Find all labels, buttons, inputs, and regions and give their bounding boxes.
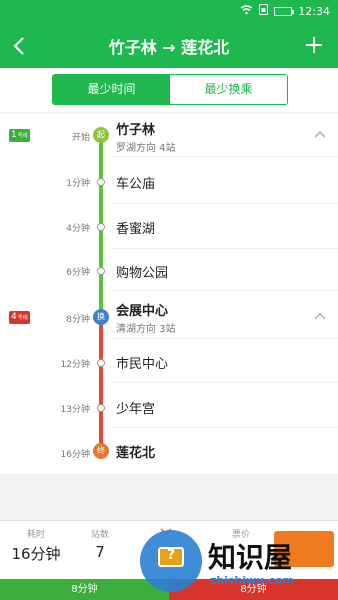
divider [110, 382, 338, 383]
line-1-time-bar: 8分钟 [0, 579, 169, 600]
direction-text: 罗湖方向 4站 [116, 143, 176, 154]
station-time: 13分钟 [60, 405, 90, 415]
route-tabs-bar: 最少时间 最少换乘 [0, 68, 338, 112]
divider [110, 427, 338, 428]
station-dot [97, 359, 105, 367]
divider [110, 248, 338, 249]
route-list: 1号线 4号线 开始 起 竹子林 罗湖方向 4站 1分钟 车公庙 4分钟 香蜜湖… [0, 114, 338, 474]
station-name: 少年宫 [116, 402, 156, 417]
app-header: 竹子林 → 莲花北 [0, 22, 338, 68]
direction-text: 清湖方向 3站 [116, 324, 176, 335]
duration-label: 耗时 [26, 530, 45, 540]
station-name: 莲花北 [116, 446, 156, 461]
station-time: 12分钟 [60, 360, 90, 370]
question-icon: ? [166, 547, 176, 563]
station-time: 16分钟 [60, 450, 90, 460]
sim-icon [259, 4, 269, 18]
collapse-icon[interactable] [314, 130, 326, 141]
end-marker: 终 [93, 443, 109, 459]
divider [110, 156, 338, 157]
station-dot [97, 223, 105, 231]
status-time: 12:34 [298, 4, 330, 18]
station-name: 车公庙 [116, 177, 156, 192]
status-bar: 12:34 [0, 0, 338, 22]
divider [110, 290, 338, 291]
station-name: 竹子林 [116, 123, 156, 138]
station-name: 购物公园 [116, 266, 169, 281]
watermark-url: zhishiwu.com [210, 574, 294, 587]
collapse-icon[interactable] [314, 312, 326, 323]
station-name: 香蜜湖 [116, 222, 156, 237]
add-icon[interactable] [302, 30, 326, 60]
line-4-track [99, 325, 103, 451]
tab-least-time[interactable]: 最少时间 [53, 75, 170, 104]
station-time: 4分钟 [66, 224, 90, 234]
station-dot [97, 178, 105, 186]
line-1-badge: 1号线 [9, 129, 30, 142]
transfer-marker: 换 [93, 309, 109, 325]
stops-block: 站数 7 [78, 527, 122, 561]
stops-label: 站数 [90, 530, 109, 540]
station-dot [97, 267, 105, 275]
station-time: 8分钟 [66, 315, 90, 325]
divider [110, 338, 338, 339]
station-time: 6分钟 [66, 268, 90, 278]
wifi-icon [240, 4, 253, 18]
duration-block: 耗时 16分钟 [8, 527, 64, 564]
station-name: 市民中心 [116, 357, 169, 372]
divider [110, 203, 338, 204]
stops-value: 7 [95, 543, 105, 561]
station-time: 开始 [71, 133, 90, 143]
station-dot [97, 404, 105, 412]
duration-value: 16分钟 [11, 545, 61, 563]
line-4-badge: 4号线 [9, 311, 30, 324]
tab-least-transfer[interactable]: 最少换乘 [170, 75, 287, 104]
start-marker: 起 [93, 127, 109, 143]
page-title: 竹子林 → 莲花北 [108, 38, 230, 57]
route-tabs: 最少时间 最少换乘 [52, 74, 288, 105]
battery-icon [274, 6, 295, 16]
station-name: 会展中心 [116, 304, 169, 319]
watermark-text: 知识屋 [208, 541, 293, 574]
station-time: 1分钟 [66, 179, 90, 189]
